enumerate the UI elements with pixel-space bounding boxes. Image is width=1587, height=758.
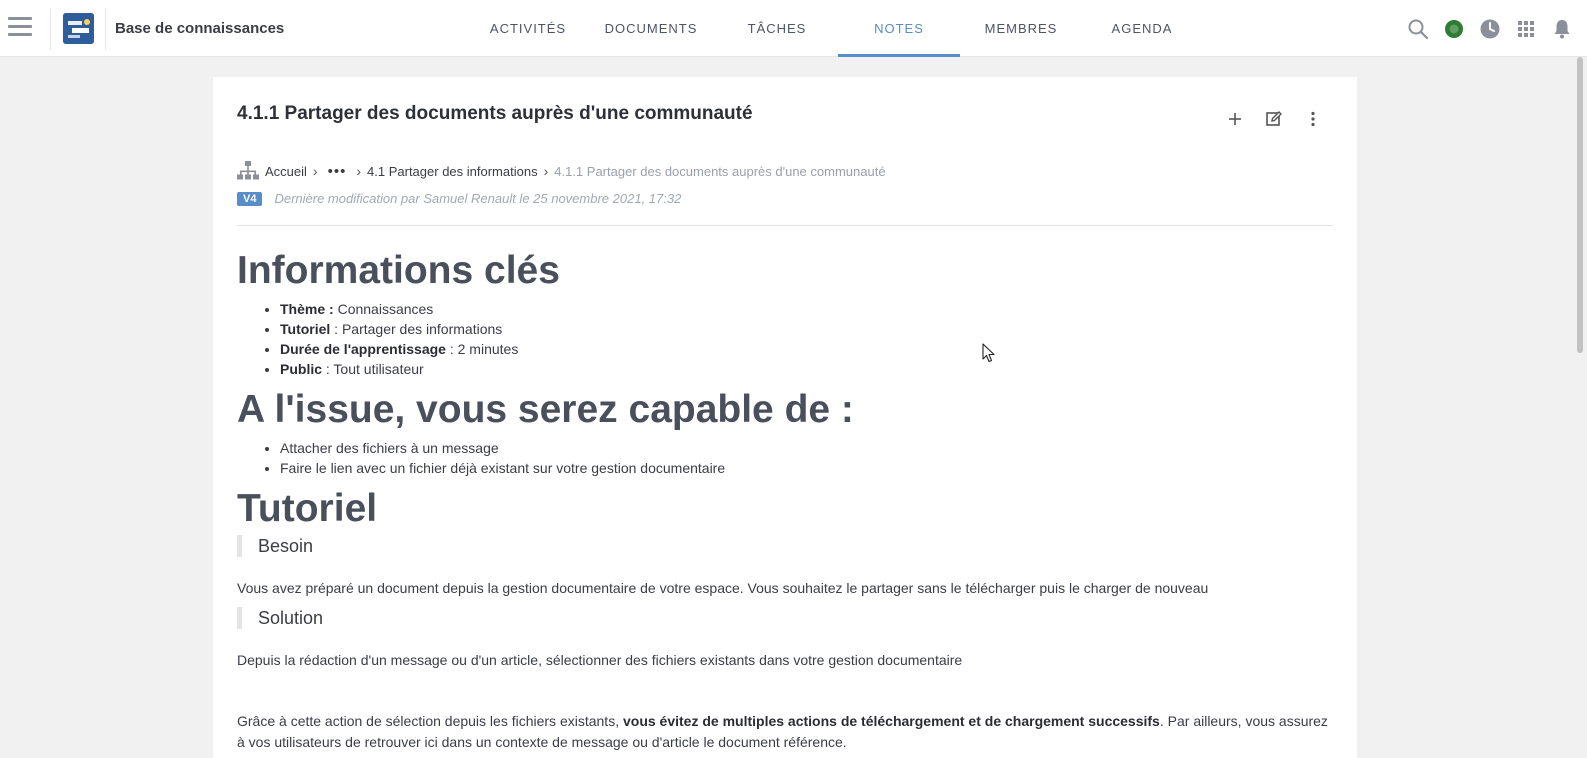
heading-key-info: Informations clés	[237, 249, 560, 292]
paragraph-solution: Depuis la rédaction d'un message ou d'un…	[237, 652, 963, 668]
last-modified-text: Dernière modification par Samuel Renault…	[274, 191, 682, 206]
list-item: Durée de l'apprentissage : 2 minutes	[280, 339, 518, 359]
search-icon[interactable]	[1406, 17, 1430, 41]
note-card: 4.1.1 Partager des documents auprès d'un…	[213, 77, 1357, 758]
space-name[interactable]: Base de connaissances	[115, 20, 284, 37]
chevron-right-icon: ›	[312, 163, 318, 179]
list-item: Public : Tout utilisateur	[280, 359, 518, 379]
tab-taches[interactable]: TÂCHES	[726, 0, 828, 57]
blockquote-need: Besoin	[237, 535, 313, 557]
clock-icon[interactable]	[1478, 17, 1502, 41]
heading-tutorial: Tutoriel	[237, 487, 378, 530]
scrollbar-thumb[interactable]	[1577, 57, 1583, 353]
breadcrumb-home[interactable]: Accueil	[265, 164, 307, 179]
list-item: Thème : Connaissances	[280, 299, 518, 319]
version-info: V4 Dernière modification par Samuel Rena…	[237, 191, 681, 206]
version-badge[interactable]: V4	[237, 191, 263, 206]
more-options-icon[interactable]	[1302, 108, 1324, 130]
paragraph-benefit: Grâce à cette action de sélection depuis…	[237, 713, 1328, 729]
key-info-list: Thème : Connaissances Tutoriel : Partage…	[280, 299, 518, 379]
note-tree-icon[interactable]	[237, 160, 259, 182]
blockquote-solution: Solution	[237, 607, 323, 629]
tab-membres[interactable]: MEMBRES	[970, 0, 1072, 57]
page-scrollbar[interactable]	[1573, 57, 1587, 758]
apps-grid-icon[interactable]	[1514, 17, 1538, 41]
tab-agenda[interactable]: AGENDA	[1092, 0, 1192, 57]
tab-activites[interactable]: ACTIVITÉS	[480, 0, 576, 57]
list-item: Faire le lien avec un fichier déjà exist…	[280, 458, 725, 478]
chevron-right-icon: ›	[356, 163, 362, 179]
breadcrumb-current: 4.1.1 Partager des documents auprès d'un…	[554, 163, 886, 179]
hamburger-menu-icon[interactable]	[8, 17, 32, 39]
outcomes-list: Attacher des fichiers à un message Faire…	[280, 438, 725, 478]
divider	[50, 8, 51, 50]
tab-notes[interactable]: NOTES	[838, 0, 960, 57]
paragraph-benefit-continued: à vos utilisateurs de retrouver ici dans…	[237, 734, 847, 750]
breadcrumb-more[interactable]: •••	[328, 163, 347, 180]
divider	[237, 225, 1333, 226]
mouse-cursor-icon	[982, 343, 996, 363]
divider	[105, 8, 106, 50]
breadcrumb: Accueil › ••• › 4.1 Partager des informa…	[237, 160, 886, 182]
breadcrumb-parent[interactable]: 4.1 Partager des informations	[367, 164, 538, 179]
top-navbar: Base de connaissances ACTIVITÉS DOCUMENT…	[0, 0, 1587, 57]
list-item: Tutoriel : Partager des informations	[280, 319, 518, 339]
add-note-button[interactable]	[1224, 108, 1246, 130]
chevron-right-icon: ›	[543, 163, 549, 179]
edit-note-button[interactable]	[1263, 108, 1285, 130]
space-avatar[interactable]	[63, 13, 94, 44]
list-item: Attacher des fichiers à un message	[280, 438, 725, 458]
tab-documents[interactable]: DOCUMENTS	[596, 0, 706, 57]
chat-icon[interactable]	[1442, 17, 1466, 41]
paragraph-need: Vous avez préparé un document depuis la …	[237, 580, 1209, 596]
heading-outcomes: A l'issue, vous serez capable de :	[237, 388, 854, 431]
note-title: 4.1.1 Partager des documents auprès d'un…	[237, 103, 753, 124]
bell-icon[interactable]	[1550, 17, 1574, 41]
